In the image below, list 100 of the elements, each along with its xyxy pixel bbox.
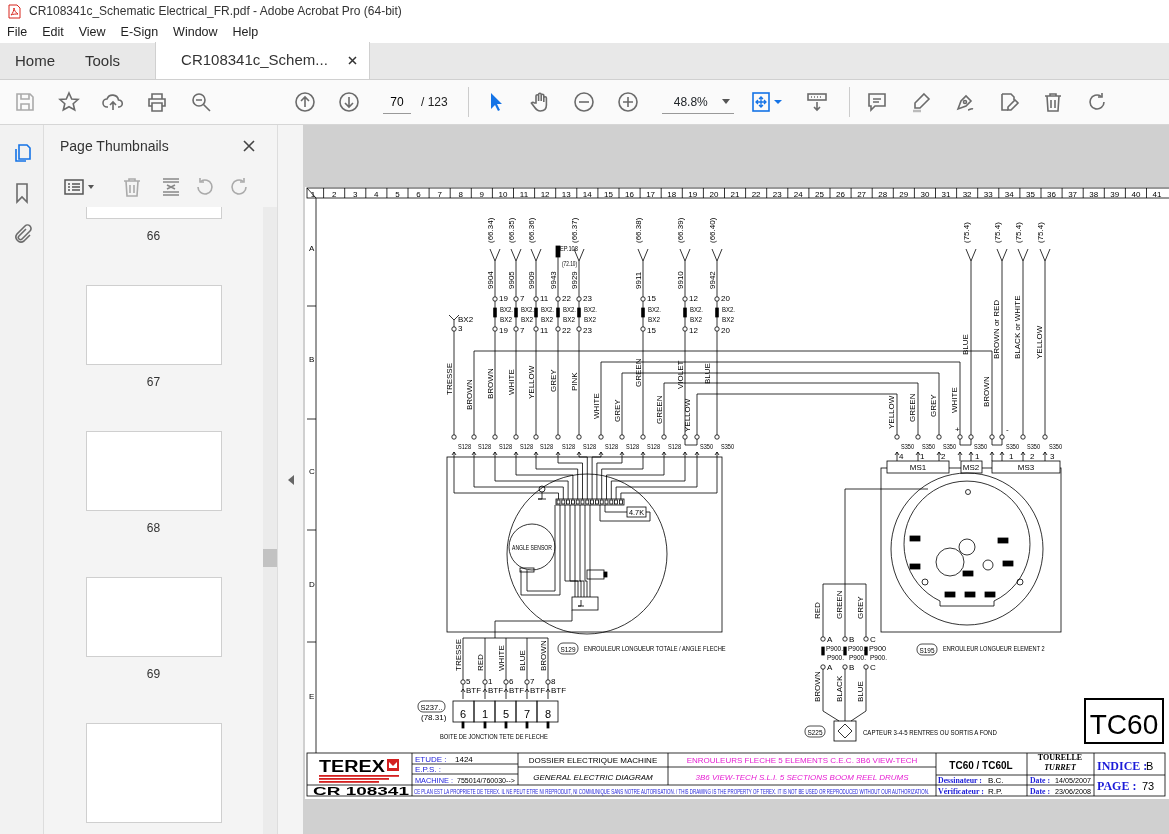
wire-color-label: GREY [929,394,938,417]
menu-item[interactable]: E-Sign [120,23,159,42]
plug-label: BX2 [500,314,512,325]
pin-number: 7 [520,326,525,335]
wire-color-label: GREY [613,399,622,422]
plug-label: BTF [466,686,482,695]
wire-color-label: GREEN [835,590,844,619]
plug-label: P900. [827,652,844,663]
trash-icon [121,176,143,198]
field-value: R.P. [988,787,1003,796]
menu-item[interactable]: Help [232,23,259,42]
pin-number: 6 [509,677,514,686]
field-label: INDICE : [1097,759,1148,773]
connector-label: MS2 [962,463,980,472]
logo-mark-icon [387,759,399,771]
tab[interactable]: CR108341c_Schem... [155,42,370,79]
reference-label: (78.31) [421,713,447,722]
pin-number: 12 [689,294,698,303]
pin-number: A [827,635,833,644]
column-number: 8 [458,189,463,199]
terminal-number: 8 [544,708,552,720]
plug-label: BX2 [648,314,660,325]
pin-number: 3 [1050,452,1055,461]
menu-item[interactable]: Window [173,23,218,42]
connector-label: MS3 [1017,463,1035,472]
wire-number: 9911 [634,271,643,289]
column-number: 11 [519,189,529,199]
pin-number: 20 [721,326,730,335]
scrollbar-thumb[interactable] [263,549,277,567]
terminal-number: 1 [481,708,489,720]
page-number-field[interactable]: 70 [383,90,411,114]
field-value: 755014/760030--> [457,775,515,786]
column-number: 24 [793,189,803,199]
menu-item[interactable]: View [78,23,106,42]
column-number: 30 [920,189,930,199]
column-number: 21 [730,189,740,199]
page-thumbnail[interactable] [85,576,222,657]
wire-color-label: TRESSE [445,363,454,395]
reference-label: (75.4) [993,222,1002,243]
page-thumbnail[interactable] [85,284,222,365]
pin-number: C [870,663,876,672]
close-icon [243,140,255,152]
save-icon [14,91,36,113]
reference-label: (66.36) [527,217,536,243]
field-label: ETUDE : [415,755,447,764]
drawing-subject: DOSSIER ELECTRIQUE MACHINE [528,756,658,765]
field-label: E.P.S. : [415,765,442,774]
page-thumbnail[interactable] [85,207,222,219]
menu-item[interactable]: Edit [42,23,64,42]
pin-number: B [849,663,855,672]
pin-number: 1 [920,452,925,461]
menu-item[interactable]: File [7,23,28,42]
close-icon[interactable] [347,56,357,65]
field-label: Dessinateur : [938,775,982,785]
column-number: 25 [814,189,824,199]
column-number: 36 [1047,189,1056,199]
field-label: PAGE : [1097,779,1137,793]
page-number-label: 66 [146,227,161,245]
page-thumbnail[interactable] [85,723,222,823]
plus-circle-icon [616,91,639,113]
comment-icon [865,91,888,113]
wire-color-label: BROWN [539,640,548,671]
pin-number: 12 [689,326,698,335]
column-number: 10 [498,189,508,199]
field-value: B.C. [988,776,1004,785]
pin-number: 19 [499,326,508,335]
field-value: 1424 [455,755,473,764]
pin-number: 19 [499,294,508,303]
wire-color-label: BLUE [703,363,712,384]
row-letter: A [309,244,315,253]
list-options-icon [64,178,96,196]
arrow-up-icon [294,91,316,113]
pin-number: 7 [530,677,535,686]
scroll-mode-icon [805,91,828,113]
wire-number: 9905 [507,271,516,289]
plug-label: BTF [509,686,525,695]
column-number: 40 [1131,189,1141,199]
wire-color-label: BLUE [856,681,865,702]
insert-pages-icon [160,176,182,198]
pin-number: 15 [647,294,656,303]
collapse-arrow-icon[interactable] [287,474,294,485]
page-thumbnail[interactable] [85,430,222,511]
tab[interactable]: Tools [70,43,136,79]
pin-number: 4 [899,452,904,461]
window-title: CR108341c_Schematic Electrical_FR.pdf - Adobe Acrobat Pro (64-bit) [29,3,402,20]
drawing-subject: GENERAL ELECTRIC DIAGRAM [533,773,653,782]
wire-color-label: TRESSE [454,639,463,671]
tab[interactable]: Home [0,43,70,79]
column-number: 20 [709,189,719,199]
printer-icon [146,91,168,113]
wire-color-label: RED [813,602,822,619]
column-number: 1 [310,189,316,199]
field-value: 73 [1142,780,1155,792]
page-number-label: 67 [146,373,161,391]
minus-circle-icon [572,91,595,113]
pin-number: 11 [540,294,549,303]
cloud-upload-icon [102,91,124,113]
reference-label: (66.38) [634,217,643,243]
column-number: 39 [1110,189,1120,199]
zoom-field[interactable]: 48.8% [661,90,734,114]
